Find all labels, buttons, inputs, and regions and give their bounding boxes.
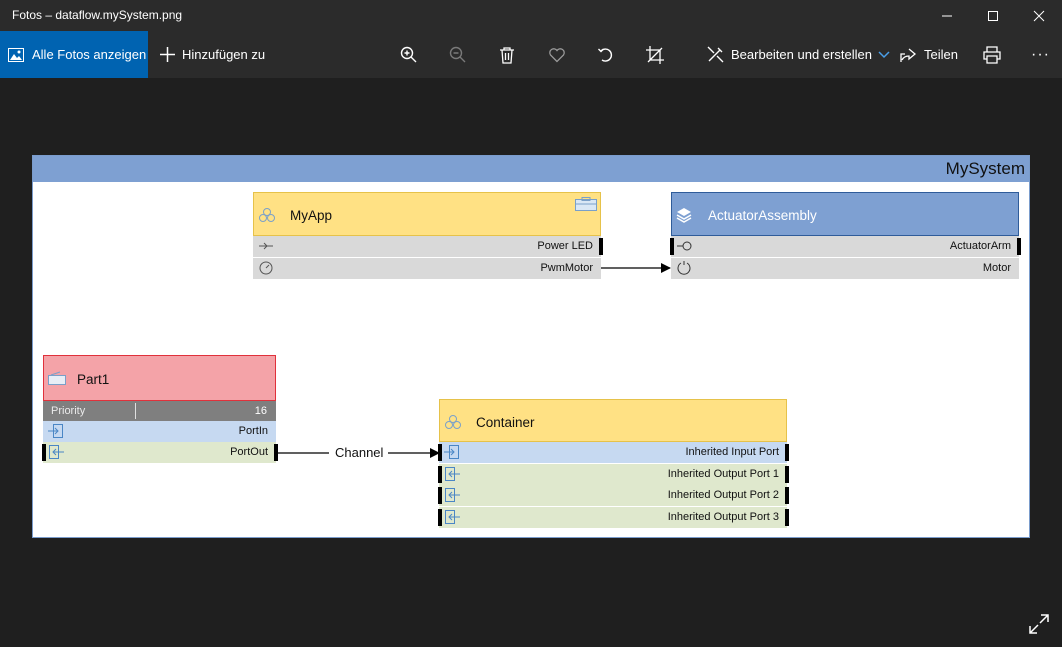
block-container-header: Container (439, 399, 787, 442)
all-photos-button[interactable]: Alle Fotos anzeigen (0, 31, 148, 78)
favorite-icon[interactable] (546, 44, 568, 66)
input-port-icon (444, 445, 459, 459)
output-port-icon (49, 445, 64, 459)
more-button[interactable]: ··· (1031, 31, 1050, 78)
port-label: PwmMotor (540, 262, 593, 274)
zoom-out-icon[interactable] (447, 44, 469, 66)
input-port-icon (48, 424, 63, 438)
gauge-icon (259, 261, 273, 275)
plus-icon (160, 47, 175, 62)
port-row[interactable]: PortIn (43, 421, 276, 442)
port-pin (785, 487, 789, 504)
add-to-button[interactable]: Hinzufügen zu (160, 31, 265, 78)
minimize-button[interactable] (924, 0, 970, 31)
app-icon (259, 208, 275, 222)
edit-icon (707, 46, 724, 63)
connection-label-channel: Channel (333, 445, 386, 460)
port-label: Inherited Output Port 3 (667, 511, 779, 523)
port-label: Inherited Output Port 2 (667, 489, 779, 501)
port-row[interactable]: ActuatorArm (670, 236, 1021, 257)
share-icon (900, 48, 917, 62)
port-row[interactable]: Power LED (253, 236, 603, 257)
chevron-down-icon (878, 50, 890, 58)
port-pin (274, 444, 278, 461)
block-actuator-name: ActuatorAssembly (708, 208, 817, 223)
port-pin (1017, 238, 1021, 255)
all-photos-label: Alle Fotos anzeigen (32, 47, 147, 62)
port-row[interactable]: Inherited Output Port 3 (438, 507, 789, 528)
port-pin (438, 466, 442, 483)
close-button[interactable] (1016, 0, 1062, 31)
block-actuator-header: ActuatorAssembly (671, 192, 1019, 236)
layers-icon (676, 208, 692, 223)
port-pin (670, 238, 674, 255)
component-icon (575, 197, 597, 211)
port-label: ActuatorArm (949, 240, 1011, 252)
block-myapp-header: MyApp (253, 192, 601, 236)
expand-icon[interactable] (1028, 613, 1050, 635)
close-icon (1033, 10, 1045, 21)
port-pin (438, 487, 442, 504)
port-row[interactable]: Inherited Input Port (438, 442, 789, 463)
block-container[interactable]: Container Inherited Input Port Inherited… (438, 399, 789, 528)
block-myapp-name: MyApp (290, 208, 333, 223)
port-label: PortOut (230, 446, 268, 458)
output-port-icon (445, 488, 460, 502)
property-divider (135, 403, 136, 419)
crop-icon[interactable] (644, 44, 666, 66)
rotate-icon[interactable] (595, 44, 617, 66)
more-label: ··· (1031, 45, 1050, 63)
port-pin (785, 444, 789, 461)
signal-port-icon (259, 242, 273, 250)
print-icon[interactable] (981, 44, 1003, 66)
share-label: Teilen (924, 47, 958, 62)
port-pin (785, 466, 789, 483)
toolbar: Alle Fotos anzeigen Hinzufügen zu Bearbe… (0, 31, 1062, 78)
block-part1[interactable]: Part1 Priority 16 PortIn PortOut (42, 355, 278, 463)
system-name: MySystem (945, 159, 1025, 178)
edit-create-label: Bearbeiten und erstellen (731, 47, 872, 62)
port-pin (599, 238, 603, 255)
edit-create-button[interactable]: Bearbeiten und erstellen (707, 31, 890, 78)
property-value: 16 (254, 405, 267, 417)
title-bar: Fotos – dataflow.mySystem.png (0, 0, 1062, 31)
port-row[interactable]: PortOut (42, 442, 278, 463)
block-part1-name: Part1 (77, 372, 110, 387)
port-label: Inherited Input Port (685, 446, 779, 458)
photo-icon (8, 47, 24, 62)
output-port-icon (445, 467, 460, 481)
port-label: Power LED (537, 240, 593, 252)
minimize-icon (942, 15, 952, 16)
system-header: MySystem (33, 156, 1029, 182)
block-container-name: Container (476, 415, 535, 430)
port-row[interactable]: Inherited Output Port 1 (438, 464, 789, 485)
property-row[interactable]: Priority 16 (43, 401, 276, 421)
app-icon (445, 415, 461, 429)
block-actuator-assembly[interactable]: ActuatorAssembly ActuatorArm Motor (670, 192, 1021, 279)
port-pin (438, 444, 442, 461)
delete-icon[interactable] (496, 44, 518, 66)
port-row[interactable]: PwmMotor (253, 258, 601, 279)
port-label: PortIn (238, 425, 268, 437)
block-myapp[interactable]: MyApp Power LED PwmMotor (253, 192, 603, 279)
motor-icon (677, 261, 691, 275)
port-pin (42, 444, 46, 461)
maximize-icon (988, 10, 998, 21)
output-port-icon (445, 510, 460, 524)
share-button[interactable]: Teilen (900, 31, 958, 78)
block-part1-header: Part1 (43, 355, 276, 401)
add-to-label: Hinzufügen zu (182, 47, 266, 62)
port-pin (785, 509, 789, 526)
port-label: Motor (982, 262, 1011, 274)
maximize-button[interactable] (970, 0, 1016, 31)
part-icon (48, 371, 66, 385)
provided-interface-icon (677, 241, 692, 251)
zoom-in-icon[interactable] (398, 44, 420, 66)
port-label: Inherited Output Port 1 (667, 468, 779, 480)
port-row[interactable]: Motor (671, 258, 1019, 279)
property-label: Priority (51, 405, 86, 417)
window-title: Fotos – dataflow.mySystem.png (12, 8, 183, 22)
port-pin (438, 509, 442, 526)
port-row[interactable]: Inherited Output Port 2 (438, 485, 789, 506)
